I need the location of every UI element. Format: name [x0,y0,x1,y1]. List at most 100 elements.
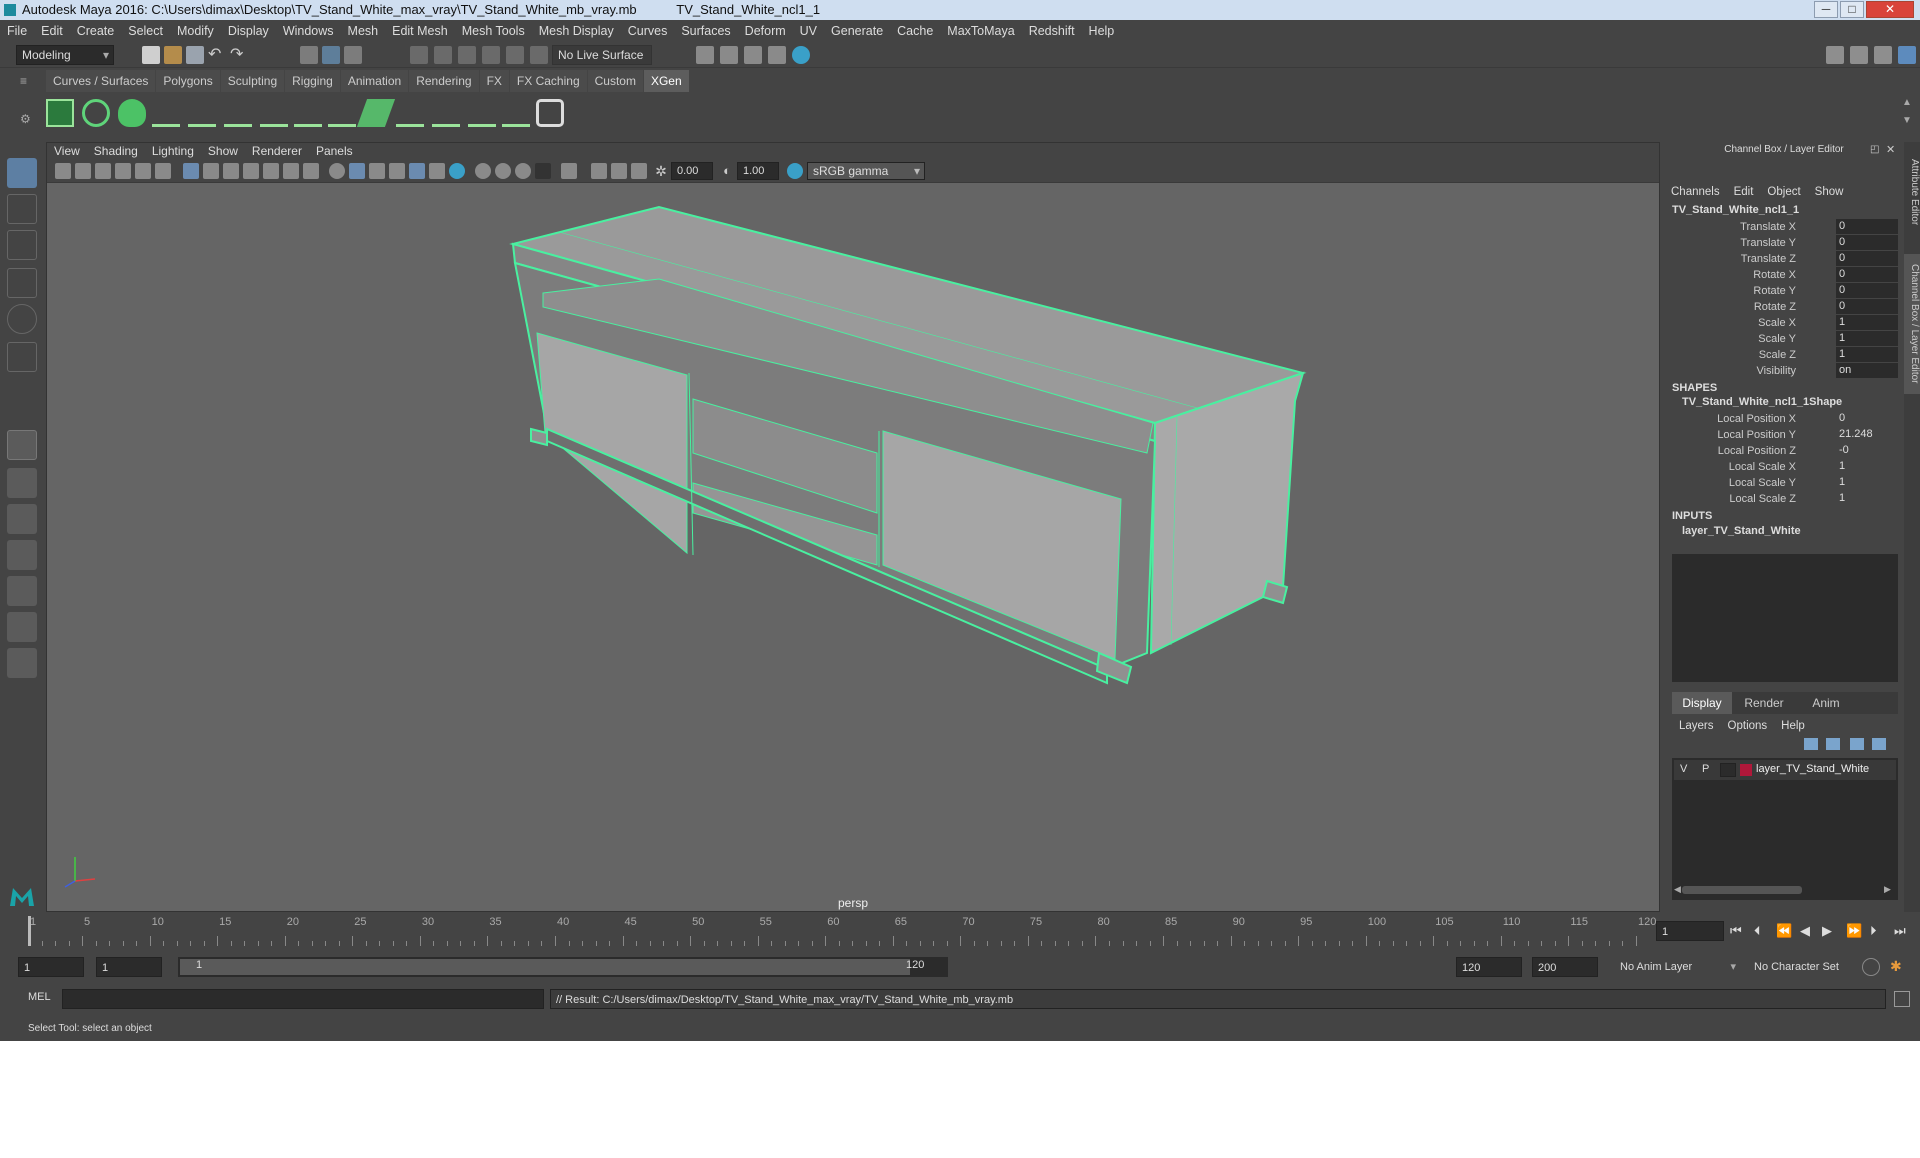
shape-local-scale-z[interactable]: Local Scale Z 1 [1664,491,1904,507]
channel-value[interactable]: 0 [1836,235,1898,250]
anim-layer-dropdown[interactable]: No Anim Layer ▾ [1620,957,1738,977]
layer-visibility-toggle[interactable]: V [1680,763,1687,775]
menu-edit[interactable]: Edit [34,20,70,42]
live-surface-field[interactable]: No Live Surface [552,45,652,65]
channel-rotate-z[interactable]: Rotate Z 0 [1664,299,1904,315]
groom-cut-icon[interactable] [468,99,496,127]
menu-redshift[interactable]: Redshift [1022,20,1082,42]
single-perspective-layout-icon[interactable] [7,430,37,460]
shelf-tab-animation[interactable]: Animation [340,70,409,92]
cb-menu-show[interactable]: Show [1808,183,1851,201]
tab-display[interactable]: Display [1672,692,1732,714]
channel-value[interactable]: 0 [1836,283,1898,298]
tab-render[interactable]: Render [1734,692,1794,714]
workspace-icon[interactable] [1826,46,1844,64]
viewport-menu-view[interactable]: View [47,143,87,160]
channel-box-toggle-icon[interactable] [1898,46,1916,64]
layer-row[interactable]: V P layer_TV_Stand_White [1674,760,1896,780]
command-input[interactable] [62,989,544,1009]
channel-value[interactable]: 1 [1836,315,1898,330]
channel-translate-x[interactable]: Translate X 0 [1664,219,1904,235]
four-view-layout-icon[interactable] [7,468,37,498]
select-component-icon[interactable] [344,46,362,64]
shape-local-position-x[interactable]: Local Position X 0 [1664,411,1904,427]
viewport-menu-show[interactable]: Show [201,143,245,160]
step-forward-key-icon[interactable]: ⏵ [1870,923,1877,939]
lasso-tool-icon[interactable] [7,194,37,224]
gamma-field[interactable]: 1.00 [737,162,779,180]
channel-translate-z[interactable]: Translate Z 0 [1664,251,1904,267]
shelf-menu-icon[interactable]: ≡ [20,74,34,92]
snap-curve-icon[interactable] [434,46,452,64]
cb-menu-channels[interactable]: Channels [1664,183,1727,201]
grid-toggle-icon[interactable] [183,163,199,179]
grease-pencil-icon[interactable] [155,163,171,179]
guide-rebuild-icon[interactable] [328,99,356,127]
guide-length-icon[interactable] [260,99,288,127]
select-object-icon[interactable] [322,46,340,64]
undo-icon[interactable]: ↶ [208,46,226,64]
playback-start-field[interactable]: 1 [96,957,162,977]
select-hierarchy-icon[interactable] [300,46,318,64]
sculpt-guides-icon[interactable] [224,99,252,127]
scale-tool-icon[interactable] [7,342,37,372]
outliner-icon[interactable] [1874,46,1892,64]
smooth-shade-icon[interactable] [349,163,365,179]
select-tool-icon[interactable] [7,158,37,188]
layer-menu-help[interactable]: Help [1774,717,1812,735]
shelf-tab-fx-caching[interactable]: FX Caching [509,70,587,92]
tab-anim[interactable]: Anim [1796,692,1856,714]
depth-of-field-icon[interactable] [515,163,531,179]
menu-uv[interactable]: UV [793,20,824,42]
channel-box-tab[interactable]: Channel Box / Layer Editor [1904,254,1920,394]
menu-surfaces[interactable]: Surfaces [674,20,737,42]
ambient-occlusion-icon[interactable] [449,163,465,179]
channel-scale-y[interactable]: Scale Y 1 [1664,331,1904,347]
maximize-button[interactable]: □ [1840,1,1864,18]
channel-visibility[interactable]: Visibility on [1664,363,1904,379]
step-forward-frame-icon[interactable]: ⏩ [1846,923,1862,939]
xray-active-icon[interactable] [611,163,627,179]
hexagon-icon[interactable] [536,99,564,127]
menu-edit-mesh[interactable]: Edit Mesh [385,20,455,42]
close-button[interactable]: ✕ [1866,1,1914,18]
menu-display[interactable]: Display [221,20,276,42]
layer-color-swatch[interactable] [1740,764,1752,776]
close-panel-icon[interactable]: ✕ [1886,143,1895,156]
layer-menu-options[interactable]: Options [1721,717,1775,735]
scroll-right-icon[interactable]: ▶ [1884,884,1891,895]
two-d-pan-icon[interactable] [135,163,151,179]
layer-name[interactable]: layer_TV_Stand_White [1756,763,1869,775]
shelf-scroll-up-icon[interactable]: ▲ [1902,97,1912,108]
new-layer-selected-icon[interactable] [1872,738,1886,750]
shelf-tab-rigging[interactable]: Rigging [285,70,340,92]
camera-attributes-icon[interactable] [75,163,91,179]
xgen-editor-icon[interactable] [46,99,74,127]
uv-layout-icon[interactable] [7,612,37,642]
new-scene-icon[interactable] [142,46,160,64]
new-layer-icon[interactable] [1850,738,1864,750]
interactive-groom-icon[interactable] [396,99,424,127]
shape-local-scale-y[interactable]: Local Scale Y 1 [1664,475,1904,491]
shelf-tab-fx[interactable]: FX [479,70,509,92]
menu-modify[interactable]: Modify [170,20,221,42]
channel-value[interactable]: 0 [1836,219,1898,234]
move-layer-up-icon[interactable] [1804,738,1818,750]
play-forwards-icon[interactable]: ▶ [1822,923,1832,939]
minimize-button[interactable]: ─ [1814,1,1838,18]
shelf-settings-icon[interactable]: ⚙ [20,112,34,126]
render-settings-icon[interactable] [768,46,786,64]
playback-end-field[interactable]: 120 [1456,957,1522,977]
menu-help[interactable]: Help [1082,20,1122,42]
shelf-tab-polygons[interactable]: Polygons [156,70,220,92]
channel-scale-z[interactable]: Scale Z 1 [1664,347,1904,363]
render-view-icon[interactable] [696,46,714,64]
channel-value[interactable]: 1 [1836,491,1898,506]
viewport-menu-shading[interactable]: Shading [87,143,145,160]
film-gate-icon[interactable] [203,163,219,179]
save-scene-icon[interactable] [186,46,204,64]
toggle-sidebar-icon[interactable] [1850,46,1868,64]
bookmark-icon[interactable] [95,163,111,179]
current-time-indicator[interactable] [28,916,31,946]
groom-brush-icon[interactable] [432,99,460,127]
